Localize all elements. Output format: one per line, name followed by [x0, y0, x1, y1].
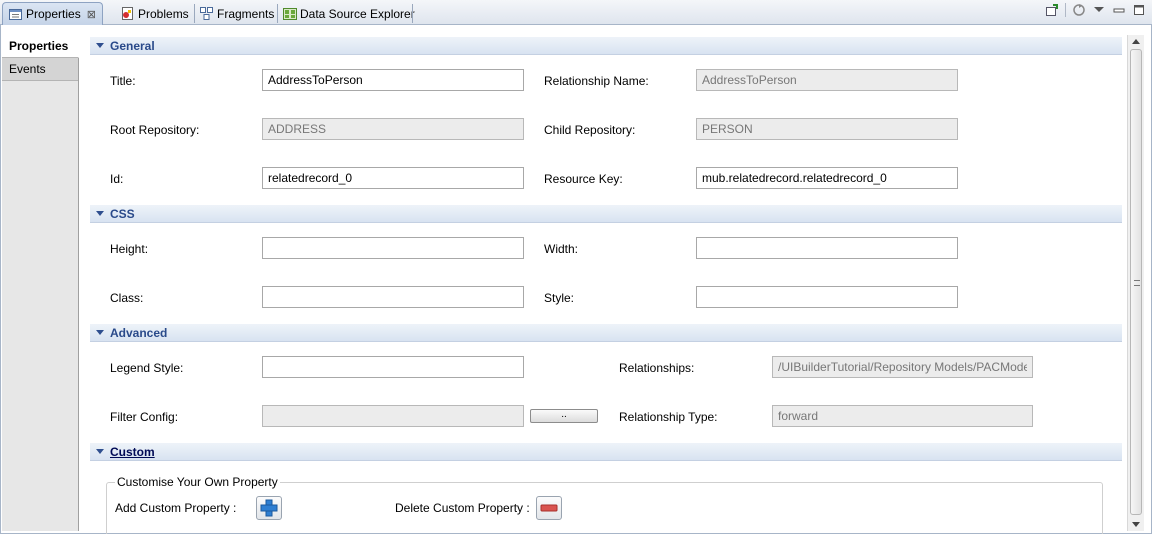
- pin-icon[interactable]: [1045, 3, 1059, 17]
- relationships-label: Relationships:: [619, 361, 695, 375]
- scrollbar-thumb[interactable]: [1130, 49, 1142, 515]
- expand-twisty-icon[interactable]: [96, 211, 104, 216]
- fragments-icon: [200, 7, 213, 20]
- vertical-scrollbar[interactable]: [1127, 35, 1144, 531]
- view-tab-bar: Properties ⊠ Problems Fragments Data Sou…: [0, 0, 1152, 25]
- tab-properties[interactable]: Properties ⊠: [2, 2, 103, 25]
- legend-style-field[interactable]: [262, 356, 524, 378]
- id-label: Id:: [110, 172, 124, 186]
- minimize-icon[interactable]: [1112, 3, 1126, 17]
- view-menu-icon[interactable]: [1092, 3, 1106, 17]
- expand-twisty-icon[interactable]: [96, 43, 104, 48]
- child-repository-label: Child Repository:: [544, 123, 636, 137]
- problems-icon: [121, 7, 134, 20]
- section-title: General: [110, 38, 155, 53]
- height-field[interactable]: [262, 237, 524, 259]
- close-icon[interactable]: ⊠: [87, 8, 96, 21]
- resource-key-label: Resource Key:: [544, 172, 623, 186]
- relationship-type-field: [772, 405, 1033, 427]
- minus-icon: [540, 504, 558, 512]
- relationship-type-label: Relationship Type:: [619, 410, 718, 424]
- height-label: Height:: [110, 242, 149, 256]
- add-custom-property-button[interactable]: [256, 496, 282, 520]
- tab-label: Data Source Explorer: [300, 6, 415, 21]
- scroll-down-arrow-icon[interactable]: [1132, 522, 1140, 527]
- filter-config-label: Filter Config:: [110, 410, 179, 424]
- add-custom-property-label: Add Custom Property :: [115, 501, 237, 515]
- section-advanced[interactable]: Advanced: [90, 324, 1122, 342]
- relationship-name-label: Relationship Name:: [544, 74, 649, 88]
- sync-icon[interactable]: [1072, 3, 1086, 17]
- section-title: CSS: [110, 206, 135, 221]
- tab-separator: [412, 4, 413, 23]
- style-label: Style:: [544, 291, 575, 305]
- side-tab-events[interactable]: Events: [2, 58, 78, 81]
- filter-config-browse-button[interactable]: ..: [530, 409, 598, 423]
- legend-style-label: Legend Style:: [110, 361, 184, 375]
- width-field[interactable]: [696, 237, 958, 259]
- tab-label: Problems: [138, 6, 189, 21]
- data-source-explorer-icon: [283, 7, 297, 20]
- toolbar-separator: [1065, 3, 1066, 17]
- tab-label: Properties: [26, 7, 81, 21]
- resource-key-field[interactable]: [696, 167, 958, 189]
- scrollbar-grip-icon: [1134, 280, 1140, 286]
- relationship-name-field: [696, 69, 958, 91]
- filter-config-field: [262, 405, 524, 427]
- section-title: Custom: [110, 444, 155, 459]
- scroll-up-arrow-icon[interactable]: [1132, 39, 1140, 44]
- id-field[interactable]: [262, 167, 524, 189]
- expand-twisty-icon[interactable]: [96, 330, 104, 335]
- expand-twisty-icon[interactable]: [96, 449, 104, 454]
- section-css[interactable]: CSS: [90, 205, 1122, 223]
- properties-icon: [9, 8, 22, 21]
- style-field[interactable]: [696, 286, 958, 308]
- relationships-field: [772, 356, 1033, 378]
- properties-content: General Title: Relationship Name: Root R…: [80, 35, 1127, 534]
- root-repository-label: Root Repository:: [110, 123, 200, 137]
- delete-custom-property-label: Delete Custom Property :: [395, 501, 530, 515]
- tab-fragments[interactable]: Fragments: [194, 2, 280, 25]
- child-repository-field: [696, 118, 958, 140]
- class-field[interactable]: [262, 286, 524, 308]
- plus-icon: [260, 499, 278, 517]
- title-label: Title:: [110, 74, 136, 88]
- width-label: Width:: [544, 242, 579, 256]
- side-tab-list: Properties Events: [2, 35, 79, 531]
- view-toolbar: [1045, 3, 1146, 17]
- custom-group-title: Customise Your Own Property: [115, 475, 280, 489]
- section-custom[interactable]: Custom: [90, 443, 1122, 461]
- class-label: Class:: [110, 291, 144, 305]
- maximize-icon[interactable]: [1132, 3, 1146, 17]
- section-general[interactable]: General: [90, 37, 1122, 55]
- title-field[interactable]: [262, 69, 524, 91]
- tab-label: Fragments: [217, 6, 275, 21]
- section-title: Advanced: [110, 325, 168, 340]
- tab-problems[interactable]: Problems: [115, 2, 195, 25]
- root-repository-field: [262, 118, 524, 140]
- delete-custom-property-button[interactable]: [536, 496, 562, 520]
- side-tab-properties[interactable]: Properties: [2, 35, 79, 58]
- tab-data-source-explorer[interactable]: Data Source Explorer: [277, 2, 421, 25]
